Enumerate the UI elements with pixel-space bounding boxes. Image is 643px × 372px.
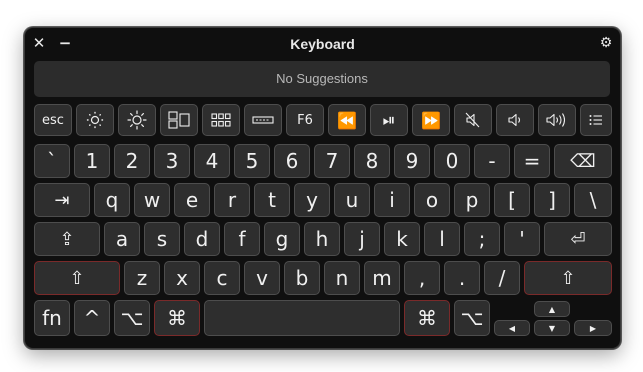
- key-j[interactable]: j: [344, 222, 380, 256]
- arrow-down-key[interactable]: ▼: [534, 320, 570, 336]
- key-v[interactable]: v: [244, 261, 280, 295]
- key-g[interactable]: g: [264, 222, 300, 256]
- launchpad-icon: [211, 113, 231, 127]
- brightness-down-key[interactable]: [76, 104, 114, 136]
- gear-icon[interactable]: ⚙: [597, 34, 615, 52]
- rewind-key[interactable]: ⏪: [328, 104, 366, 136]
- arrow-up-key[interactable]: ▲: [534, 301, 570, 317]
- arrow-right-key[interactable]: ▶: [574, 320, 612, 336]
- key-8[interactable]: 8: [354, 144, 390, 178]
- f6-key[interactable]: F6: [286, 104, 324, 136]
- backtick-key[interactable]: `: [34, 144, 70, 178]
- key-r[interactable]: r: [214, 183, 250, 217]
- key-e[interactable]: e: [174, 183, 210, 217]
- key-6[interactable]: 6: [274, 144, 310, 178]
- delete-key[interactable]: ⌫: [554, 144, 612, 178]
- mute-icon: [465, 112, 480, 128]
- list-icon: [589, 115, 602, 125]
- mission-control-key[interactable]: [160, 104, 198, 136]
- brightness-up-icon: [127, 110, 147, 130]
- right-command-key[interactable]: ⌘: [404, 300, 450, 336]
- key-u[interactable]: u: [334, 183, 370, 217]
- backslash-key[interactable]: \: [574, 183, 612, 217]
- key-z[interactable]: z: [124, 261, 160, 295]
- key-y[interactable]: y: [294, 183, 330, 217]
- comma-key[interactable]: ,: [404, 261, 440, 295]
- volume-down-key[interactable]: [496, 104, 534, 136]
- window-title: Keyboard: [290, 36, 355, 52]
- right-bracket-key[interactable]: ]: [534, 183, 570, 217]
- key-d[interactable]: d: [184, 222, 220, 256]
- list-key[interactable]: [580, 104, 612, 136]
- keyboard-backlight-key[interactable]: [244, 104, 282, 136]
- mission-control-icon: [168, 111, 190, 129]
- key-o[interactable]: o: [414, 183, 450, 217]
- suggestions-bar: No Suggestions: [34, 61, 610, 97]
- key-7[interactable]: 7: [314, 144, 350, 178]
- esc-key[interactable]: esc: [34, 104, 72, 136]
- right-shift-key[interactable]: ⇧: [524, 261, 612, 295]
- key-m[interactable]: m: [364, 261, 400, 295]
- left-bracket-key[interactable]: [: [494, 183, 530, 217]
- key-1[interactable]: 1: [74, 144, 110, 178]
- right-option-key[interactable]: ⌥: [454, 300, 490, 336]
- left-command-key[interactable]: ⌘: [154, 300, 200, 336]
- key-p[interactable]: p: [454, 183, 490, 217]
- key-9[interactable]: 9: [394, 144, 430, 178]
- key-3[interactable]: 3: [154, 144, 190, 178]
- key-f[interactable]: f: [224, 222, 260, 256]
- volume-up-icon: [546, 113, 566, 127]
- volume-down-icon: [508, 113, 521, 127]
- key-5[interactable]: 5: [234, 144, 270, 178]
- equals-key[interactable]: =: [514, 144, 550, 178]
- slash-key[interactable]: /: [484, 261, 520, 295]
- key-0[interactable]: 0: [434, 144, 470, 178]
- title-bar: ✕ − Keyboard ⚙: [25, 28, 620, 58]
- brightness-up-key[interactable]: [118, 104, 156, 136]
- semicolon-key[interactable]: ;: [464, 222, 500, 256]
- key-l[interactable]: l: [424, 222, 460, 256]
- key-h[interactable]: h: [304, 222, 340, 256]
- key-x[interactable]: x: [164, 261, 200, 295]
- return-key[interactable]: ⏎: [544, 222, 612, 256]
- launchpad-key[interactable]: [202, 104, 240, 136]
- key-c[interactable]: c: [204, 261, 240, 295]
- tab-key[interactable]: ⇥: [34, 183, 90, 217]
- fn-key[interactable]: fn: [34, 300, 70, 336]
- key-n[interactable]: n: [324, 261, 360, 295]
- left-option-key[interactable]: ⌥: [114, 300, 150, 336]
- key-4[interactable]: 4: [194, 144, 230, 178]
- fast-forward-key[interactable]: ⏩: [412, 104, 450, 136]
- control-key[interactable]: ^: [74, 300, 110, 336]
- quote-key[interactable]: ': [504, 222, 540, 256]
- key-w[interactable]: w: [134, 183, 170, 217]
- key-a[interactable]: a: [104, 222, 140, 256]
- key-t[interactable]: t: [254, 183, 290, 217]
- key-q[interactable]: q: [94, 183, 130, 217]
- key-b[interactable]: b: [284, 261, 320, 295]
- keyboard-backlight-icon: [252, 116, 274, 124]
- space-bar[interactable]: [204, 300, 400, 336]
- key-k[interactable]: k: [384, 222, 420, 256]
- minus-key[interactable]: -: [474, 144, 510, 178]
- mute-key[interactable]: [454, 104, 492, 136]
- key-2[interactable]: 2: [114, 144, 150, 178]
- brightness-down-icon: [86, 111, 104, 129]
- left-shift-key[interactable]: ⇧: [34, 261, 120, 295]
- arrow-left-key[interactable]: ◀: [494, 320, 530, 336]
- period-key[interactable]: .: [444, 261, 480, 295]
- key-i[interactable]: i: [374, 183, 410, 217]
- volume-up-key[interactable]: [538, 104, 576, 136]
- caps-lock-key[interactable]: ⇪: [34, 222, 100, 256]
- keyboard-window: ✕ − Keyboard ⚙ No Suggestions esc F6 ⏪ ⏯…: [24, 27, 621, 349]
- key-s[interactable]: s: [144, 222, 180, 256]
- play-pause-key[interactable]: ⏯: [370, 104, 408, 136]
